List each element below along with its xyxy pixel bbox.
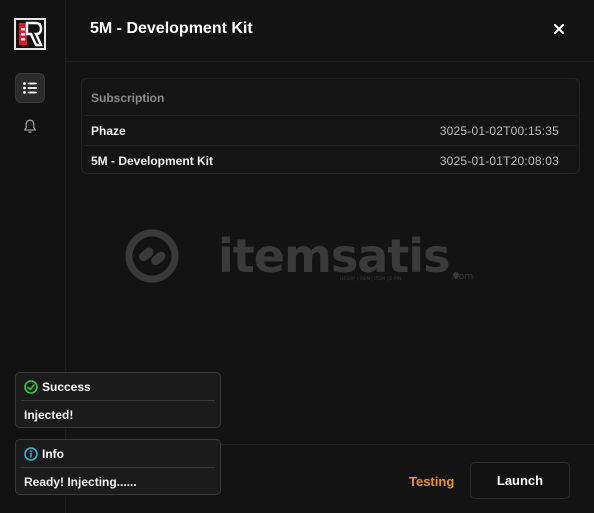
table-header: Subscription: [91, 91, 165, 105]
sidebar-item-list[interactable]: [15, 73, 45, 103]
watermark-domain: .com: [451, 272, 473, 282]
sidebar: [0, 0, 66, 513]
app-logo: [14, 18, 46, 50]
subscription-name: Phaze: [91, 124, 126, 138]
toast-header: Success: [21, 373, 215, 401]
launch-button[interactable]: Launch: [470, 462, 570, 499]
logo-icon: [19, 21, 43, 47]
sidebar-item-notifications[interactable]: [15, 111, 45, 141]
app-window: 5M - Development Kit Subscription Phaze …: [0, 0, 594, 513]
toast-message: Injected!: [24, 408, 74, 422]
subscription-date: 3025-01-01T20:08:03: [439, 154, 559, 168]
testing-link[interactable]: Testing: [409, 474, 454, 489]
subscription-date: 3025-01-02T00:15:35: [439, 124, 559, 138]
header: 5M - Development Kit: [66, 0, 594, 62]
table-row[interactable]: Phaze 3025-01-02T00:15:35: [84, 115, 577, 145]
close-button[interactable]: [548, 18, 570, 40]
subscription-name: 5M - Development Kit: [91, 154, 214, 168]
toast-message: Ready! Injecting......: [24, 475, 137, 489]
table-row[interactable]: 5M - Development Kit 3025-01-01T20:08:03: [84, 145, 577, 175]
page-title: 5M - Development Kit: [90, 20, 253, 37]
toast-header: Info: [21, 440, 215, 468]
toast-title: Success: [42, 379, 91, 394]
info-toast[interactable]: Info Ready! Injecting......: [15, 439, 221, 495]
list-icon: [23, 82, 37, 94]
toast-title: Info: [42, 446, 64, 461]
success-toast[interactable]: Success Injected!: [15, 372, 221, 428]
watermark-tagline: HESAP | SKIN | ITEM | E-PIN: [340, 276, 401, 282]
bell-icon: [23, 119, 37, 133]
info-icon: [24, 446, 38, 461]
itemsatis-watermark: itemsatis HESAP | SKIN | ITEM | E-PIN .c…: [125, 229, 473, 283]
check-circle-icon: [24, 379, 38, 394]
watermark-brand: itemsatis: [218, 229, 449, 283]
subscription-table: Subscription Phaze 3025-01-02T00:15:35 5…: [81, 78, 580, 174]
close-icon: [554, 24, 564, 34]
